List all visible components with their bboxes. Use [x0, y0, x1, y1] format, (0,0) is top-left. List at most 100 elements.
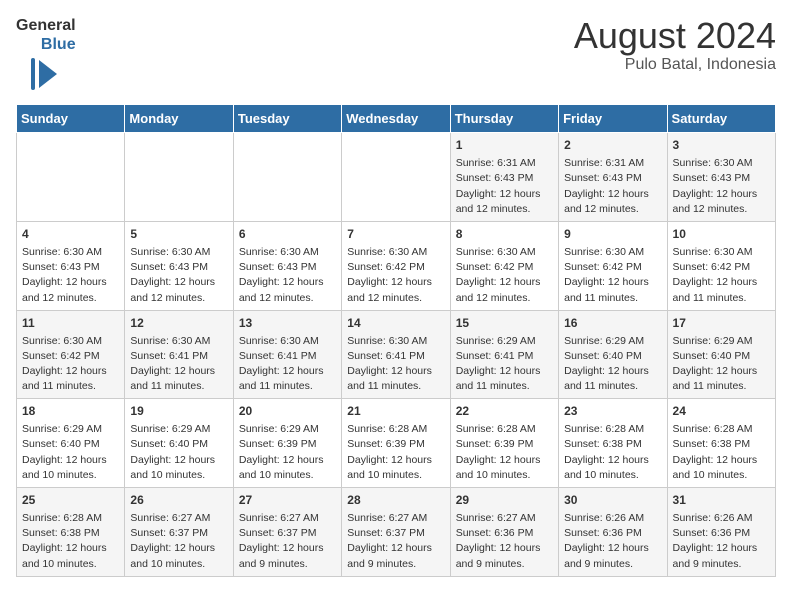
day-number: 24 [673, 403, 770, 420]
calendar-header-row: SundayMondayTuesdayWednesdayThursdayFrid… [17, 105, 776, 133]
calendar-day-header: Wednesday [342, 105, 450, 133]
day-number: 21 [347, 403, 444, 420]
calendar-cell: 18Sunrise: 6:29 AM Sunset: 6:40 PM Dayli… [17, 399, 125, 488]
day-details: Sunrise: 6:26 AM Sunset: 6:36 PM Dayligh… [673, 511, 770, 572]
calendar-cell: 2 Sunrise: 6:31 AM Sunset: 6:43 PM Daylig… [559, 133, 667, 222]
day-number: 23 [564, 403, 661, 420]
day-details: Sunrise: 6:29 AM Sunset: 6:40 PM Dayligh… [564, 334, 661, 395]
calendar-cell: 26 Sunrise: 6:27 AM Sunset: 6:37 PM Dayli… [125, 488, 233, 577]
day-number: 7 [347, 226, 444, 243]
day-details: Sunrise: 6:30 AM Sunset: 6:42 PM Dayligh… [564, 245, 661, 306]
day-details: Sunrise: 6:27 AM Sunset: 6:37 PM Dayligh… [239, 511, 336, 572]
calendar-cell: 1Sunrise: 6:31 AM Sunset: 6:43 PM Daylig… [450, 133, 558, 222]
main-title: August 2024 [574, 16, 776, 56]
day-details: Sunrise: 6:30 AM Sunset: 6:43 PM Dayligh… [239, 245, 336, 306]
day-number: 4 [22, 226, 119, 243]
calendar-cell: 19 Sunrise: 6:29 AM Sunset: 6:40 PM Dayli… [125, 399, 233, 488]
day-details: Sunrise: 6:29 AM Sunset: 6:40 PM Dayligh… [673, 334, 770, 395]
calendar-week-row: 25Sunrise: 6:28 AM Sunset: 6:38 PM Dayli… [17, 488, 776, 577]
calendar-cell: 24 Sunrise: 6:28 AM Sunset: 6:38 PM Dayli… [667, 399, 775, 488]
calendar-cell: 6Sunrise: 6:30 AM Sunset: 6:43 PM Daylig… [233, 222, 341, 311]
calendar-day-header: Sunday [17, 105, 125, 133]
calendar-cell [233, 133, 341, 222]
day-details: Sunrise: 6:30 AM Sunset: 6:41 PM Dayligh… [347, 334, 444, 395]
logo-container: General Blue [16, 16, 76, 92]
day-details: Sunrise: 6:27 AM Sunset: 6:37 PM Dayligh… [130, 511, 227, 572]
day-details: Sunrise: 6:29 AM Sunset: 6:40 PM Dayligh… [130, 422, 227, 483]
day-details: Sunrise: 6:28 AM Sunset: 6:39 PM Dayligh… [456, 422, 553, 483]
calendar-cell [17, 133, 125, 222]
day-details: Sunrise: 6:27 AM Sunset: 6:37 PM Dayligh… [347, 511, 444, 572]
day-number: 12 [130, 315, 227, 332]
day-details: Sunrise: 6:30 AM Sunset: 6:42 PM Dayligh… [347, 245, 444, 306]
logo: General Blue [16, 16, 76, 92]
calendar-day-header: Saturday [667, 105, 775, 133]
calendar-cell: 14 Sunrise: 6:30 AM Sunset: 6:41 PM Dayli… [342, 310, 450, 399]
day-details: Sunrise: 6:29 AM Sunset: 6:39 PM Dayligh… [239, 422, 336, 483]
calendar-day-header: Thursday [450, 105, 558, 133]
calendar-cell: 7 Sunrise: 6:30 AM Sunset: 6:42 PM Daylig… [342, 222, 450, 311]
day-number: 27 [239, 492, 336, 509]
calendar-cell: 17Sunrise: 6:29 AM Sunset: 6:40 PM Dayli… [667, 310, 775, 399]
calendar-cell: 10 Sunrise: 6:30 AM Sunset: 6:42 PM Dayli… [667, 222, 775, 311]
calendar-cell [342, 133, 450, 222]
day-details: Sunrise: 6:30 AM Sunset: 6:42 PM Dayligh… [673, 245, 770, 306]
day-details: Sunrise: 6:28 AM Sunset: 6:38 PM Dayligh… [673, 422, 770, 483]
day-number: 5 [130, 226, 227, 243]
calendar-cell: 20 Sunrise: 6:29 AM Sunset: 6:39 PM Dayli… [233, 399, 341, 488]
day-number: 28 [347, 492, 444, 509]
calendar-cell: 28 Sunrise: 6:27 AM Sunset: 6:37 PM Dayli… [342, 488, 450, 577]
day-number: 19 [130, 403, 227, 420]
day-details: Sunrise: 6:31 AM Sunset: 6:43 PM Dayligh… [456, 156, 553, 217]
calendar-cell: 30Sunrise: 6:26 AM Sunset: 6:36 PM Dayli… [559, 488, 667, 577]
day-number: 2 [564, 137, 661, 154]
calendar-cell: 31 Sunrise: 6:26 AM Sunset: 6:36 PM Dayli… [667, 488, 775, 577]
day-details: Sunrise: 6:30 AM Sunset: 6:43 PM Dayligh… [130, 245, 227, 306]
day-details: Sunrise: 6:27 AM Sunset: 6:36 PM Dayligh… [456, 511, 553, 572]
calendar-day-header: Friday [559, 105, 667, 133]
calendar-cell: 16 Sunrise: 6:29 AM Sunset: 6:40 PM Dayli… [559, 310, 667, 399]
calendar-cell: 3Sunrise: 6:30 AM Sunset: 6:43 PM Daylig… [667, 133, 775, 222]
calendar-week-row: 11Sunrise: 6:30 AM Sunset: 6:42 PM Dayli… [17, 310, 776, 399]
calendar-day-header: Monday [125, 105, 233, 133]
day-number: 16 [564, 315, 661, 332]
calendar-cell: 9 Sunrise: 6:30 AM Sunset: 6:42 PM Daylig… [559, 222, 667, 311]
calendar-week-row: 4 Sunrise: 6:30 AM Sunset: 6:43 PM Daylig… [17, 222, 776, 311]
calendar-week-row: 18Sunrise: 6:29 AM Sunset: 6:40 PM Dayli… [17, 399, 776, 488]
logo-blue: Blue [41, 35, 76, 54]
day-details: Sunrise: 6:30 AM Sunset: 6:42 PM Dayligh… [456, 245, 553, 306]
day-number: 3 [673, 137, 770, 154]
day-details: Sunrise: 6:28 AM Sunset: 6:39 PM Dayligh… [347, 422, 444, 483]
day-number: 26 [130, 492, 227, 509]
calendar-cell: 8Sunrise: 6:30 AM Sunset: 6:42 PM Daylig… [450, 222, 558, 311]
calendar-table: SundayMondayTuesdayWednesdayThursdayFrid… [16, 104, 776, 576]
day-number: 10 [673, 226, 770, 243]
day-number: 14 [347, 315, 444, 332]
day-details: Sunrise: 6:29 AM Sunset: 6:41 PM Dayligh… [456, 334, 553, 395]
calendar-cell: 15 Sunrise: 6:29 AM Sunset: 6:41 PM Dayli… [450, 310, 558, 399]
day-details: Sunrise: 6:30 AM Sunset: 6:41 PM Dayligh… [239, 334, 336, 395]
day-number: 15 [456, 315, 553, 332]
day-details: Sunrise: 6:31 AM Sunset: 6:43 PM Dayligh… [564, 156, 661, 217]
logo-arrow-icon [31, 56, 61, 92]
calendar-cell: 12 Sunrise: 6:30 AM Sunset: 6:41 PM Dayli… [125, 310, 233, 399]
day-number: 31 [673, 492, 770, 509]
calendar-week-row: 1Sunrise: 6:31 AM Sunset: 6:43 PM Daylig… [17, 133, 776, 222]
calendar-cell: 25Sunrise: 6:28 AM Sunset: 6:38 PM Dayli… [17, 488, 125, 577]
day-number: 30 [564, 492, 661, 509]
page-header: General Blue August 2024 Pulo Batal, Ind… [16, 16, 776, 92]
calendar-cell: 5 Sunrise: 6:30 AM Sunset: 6:43 PM Daylig… [125, 222, 233, 311]
logo-general: General [16, 16, 76, 35]
day-number: 9 [564, 226, 661, 243]
day-number: 22 [456, 403, 553, 420]
day-number: 20 [239, 403, 336, 420]
day-details: Sunrise: 6:28 AM Sunset: 6:38 PM Dayligh… [564, 422, 661, 483]
day-details: Sunrise: 6:29 AM Sunset: 6:40 PM Dayligh… [22, 422, 119, 483]
day-number: 29 [456, 492, 553, 509]
day-details: Sunrise: 6:30 AM Sunset: 6:41 PM Dayligh… [130, 334, 227, 395]
calendar-cell: 21 Sunrise: 6:28 AM Sunset: 6:39 PM Dayli… [342, 399, 450, 488]
calendar-cell: 27 Sunrise: 6:27 AM Sunset: 6:37 PM Dayli… [233, 488, 341, 577]
calendar-cell: 4Sunrise: 6:30 AM Sunset: 6:43 PM Daylig… [17, 222, 125, 311]
day-details: Sunrise: 6:28 AM Sunset: 6:38 PM Dayligh… [22, 511, 119, 572]
calendar-cell: 23 Sunrise: 6:28 AM Sunset: 6:38 PM Dayli… [559, 399, 667, 488]
